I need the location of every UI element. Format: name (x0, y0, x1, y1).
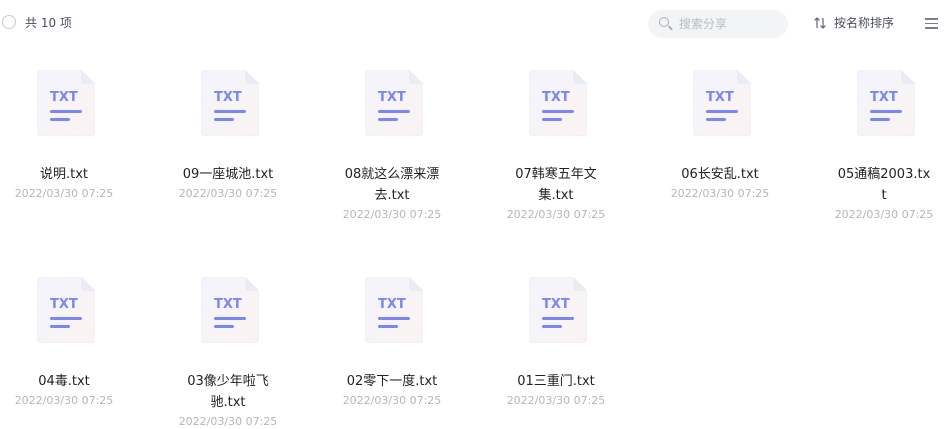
toolbar: 共 10 项 搜索分享 按名称排序 (0, 0, 944, 46)
file-date: 2022/03/30 07:25 (670, 187, 770, 200)
file-name: 04毒.txt (38, 374, 90, 389)
txt-file-icon: TXT (529, 277, 587, 343)
file-type-label: TXT (542, 297, 570, 312)
file-type-label: TXT (214, 297, 242, 312)
file-name: 09一座城池.txt (182, 167, 274, 182)
file-date: 2022/03/30 07:25 (342, 208, 442, 221)
file-name: 02零下一度.txt (346, 374, 438, 389)
file-date: 2022/03/30 07:25 (178, 415, 278, 428)
file-name: 01三重门.txt (517, 374, 595, 389)
txt-file-icon: TXT (201, 70, 259, 136)
file-type-label: TXT (542, 90, 570, 105)
txt-file-icon: TXT (37, 70, 95, 136)
file-name: 03像少年啦飞驰.txt (187, 374, 269, 410)
search-input[interactable]: 搜索分享 (648, 10, 788, 38)
file-name: 08就这么漂来漂去.txt (344, 167, 440, 203)
file-type-label: TXT (378, 297, 406, 312)
file-date: 2022/03/30 07:25 (506, 208, 606, 221)
select-all-checkbox[interactable] (2, 15, 16, 29)
file-name: 06长安乱.txt (681, 167, 759, 182)
search-placeholder: 搜索分享 (679, 17, 728, 31)
file-type-label: TXT (50, 297, 78, 312)
hamburger-menu-icon[interactable] (925, 18, 938, 29)
txt-file-icon: TXT (201, 277, 259, 343)
txt-file-icon: TXT (365, 70, 423, 136)
txt-file-icon: TXT (693, 70, 751, 136)
txt-file-icon: TXT (365, 277, 423, 343)
item-count: 共 10 项 (25, 16, 72, 30)
txt-file-icon: TXT (37, 277, 95, 343)
file-type-label: TXT (378, 90, 406, 105)
file-date: 2022/03/30 07:25 (14, 394, 114, 407)
sort-arrows-icon (814, 17, 826, 29)
file-type-label: TXT (214, 90, 242, 105)
file-type-label: TXT (706, 90, 734, 105)
file-name: 05通稿2003.txt (837, 167, 931, 203)
file-type-label: TXT (870, 90, 898, 105)
file-date: 2022/03/30 07:25 (506, 394, 606, 407)
file-date: 2022/03/30 07:25 (342, 394, 442, 407)
search-icon (659, 17, 669, 27)
file-name: 07韩寒五年文集.txt (515, 167, 597, 203)
file-name: 说明.txt (39, 167, 89, 182)
txt-file-icon: TXT (857, 70, 915, 136)
file-date: 2022/03/30 07:25 (14, 187, 114, 200)
sort-label: 按名称排序 (834, 16, 895, 30)
file-date: 2022/03/30 07:25 (834, 208, 934, 221)
txt-file-icon: TXT (529, 70, 587, 136)
file-type-label: TXT (50, 90, 78, 105)
file-date: 2022/03/30 07:25 (178, 187, 278, 200)
